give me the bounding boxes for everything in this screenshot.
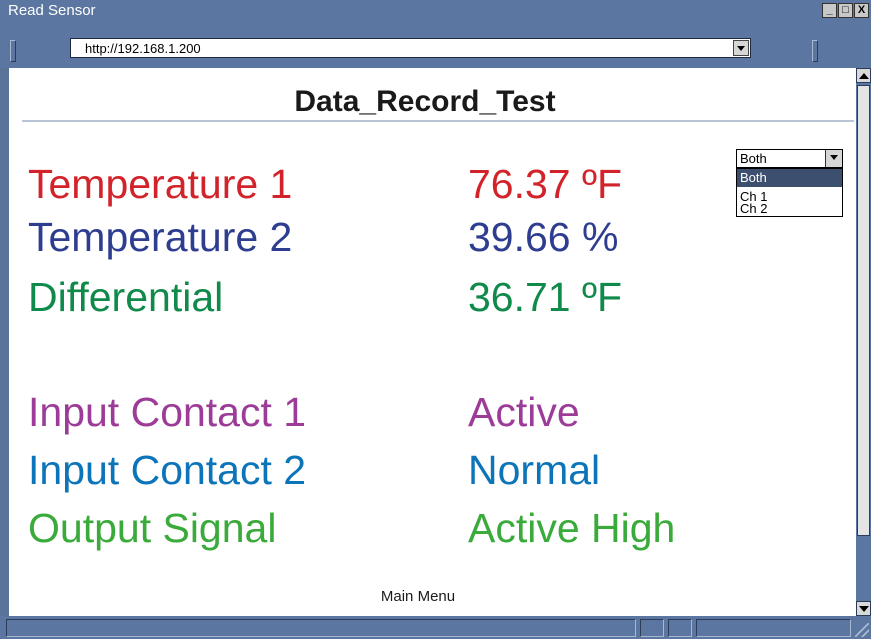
address-toolbar: http://192.168.1.200 xyxy=(0,22,871,68)
scroll-thumb[interactable] xyxy=(857,85,870,536)
scroll-up-icon[interactable] xyxy=(856,68,871,83)
reading-label-differential: Differential xyxy=(28,274,224,320)
status-label-output-signal: Output Signal xyxy=(28,505,277,551)
vertical-scrollbar[interactable] xyxy=(856,68,871,616)
reading-label-temperature-1: Temperature 1 xyxy=(28,161,293,207)
channel-select-options: Both Ch 1 Ch 2 xyxy=(736,168,843,217)
page-title: Data_Record_Test xyxy=(294,85,556,118)
window-controls: _ □ X xyxy=(822,3,869,19)
page-content: Data_Record_Test Temperature 1 76.37 ºF … xyxy=(9,68,856,616)
scroll-down-icon[interactable] xyxy=(856,601,871,616)
status-value-input-contact-2: Normal xyxy=(468,447,601,493)
main-menu-link[interactable]: Main Menu xyxy=(9,588,827,605)
close-icon[interactable]: X xyxy=(854,3,869,18)
title-divider xyxy=(22,120,854,122)
status-cell-3 xyxy=(696,619,851,637)
resize-grip-icon[interactable] xyxy=(855,623,869,637)
status-bar xyxy=(0,616,871,639)
channel-select[interactable]: Both xyxy=(736,149,843,168)
title-bar: Read Sensor _ □ X xyxy=(0,0,871,22)
maximize-icon[interactable]: □ xyxy=(838,3,853,18)
address-url: http://192.168.1.200 xyxy=(85,41,201,56)
address-input[interactable]: http://192.168.1.200 xyxy=(70,38,751,58)
browser-window: Read Sensor _ □ X http://192.168.1.200 D… xyxy=(0,0,871,639)
minimize-icon[interactable]: _ xyxy=(822,3,837,18)
option-ch-2[interactable]: Ch 2 xyxy=(737,202,842,216)
status-value-input-contact-1: Active xyxy=(468,389,580,435)
toolbar-grip[interactable] xyxy=(10,40,16,62)
channel-select-value: Both xyxy=(740,151,767,166)
status-label-input-contact-2: Input Contact 2 xyxy=(28,447,307,493)
reading-value-temperature-1: 76.37 ºF xyxy=(468,161,623,207)
chevron-down-icon[interactable] xyxy=(825,150,842,167)
reading-value-temperature-2: 39.66 % xyxy=(468,214,619,260)
status-cell-main xyxy=(6,619,636,637)
status-value-output-signal: Active High xyxy=(468,505,676,551)
status-cell-1 xyxy=(640,619,664,637)
status-cell-2 xyxy=(668,619,692,637)
option-both[interactable]: Both xyxy=(737,169,842,187)
dropdown-arrow-icon[interactable] xyxy=(733,40,749,56)
toolbar-grip-right[interactable] xyxy=(812,40,818,62)
reading-label-temperature-2: Temperature 2 xyxy=(28,214,293,260)
status-label-input-contact-1: Input Contact 1 xyxy=(28,389,307,435)
reading-value-differential: 36.71 ºF xyxy=(468,274,623,320)
window-title: Read Sensor xyxy=(8,2,96,19)
